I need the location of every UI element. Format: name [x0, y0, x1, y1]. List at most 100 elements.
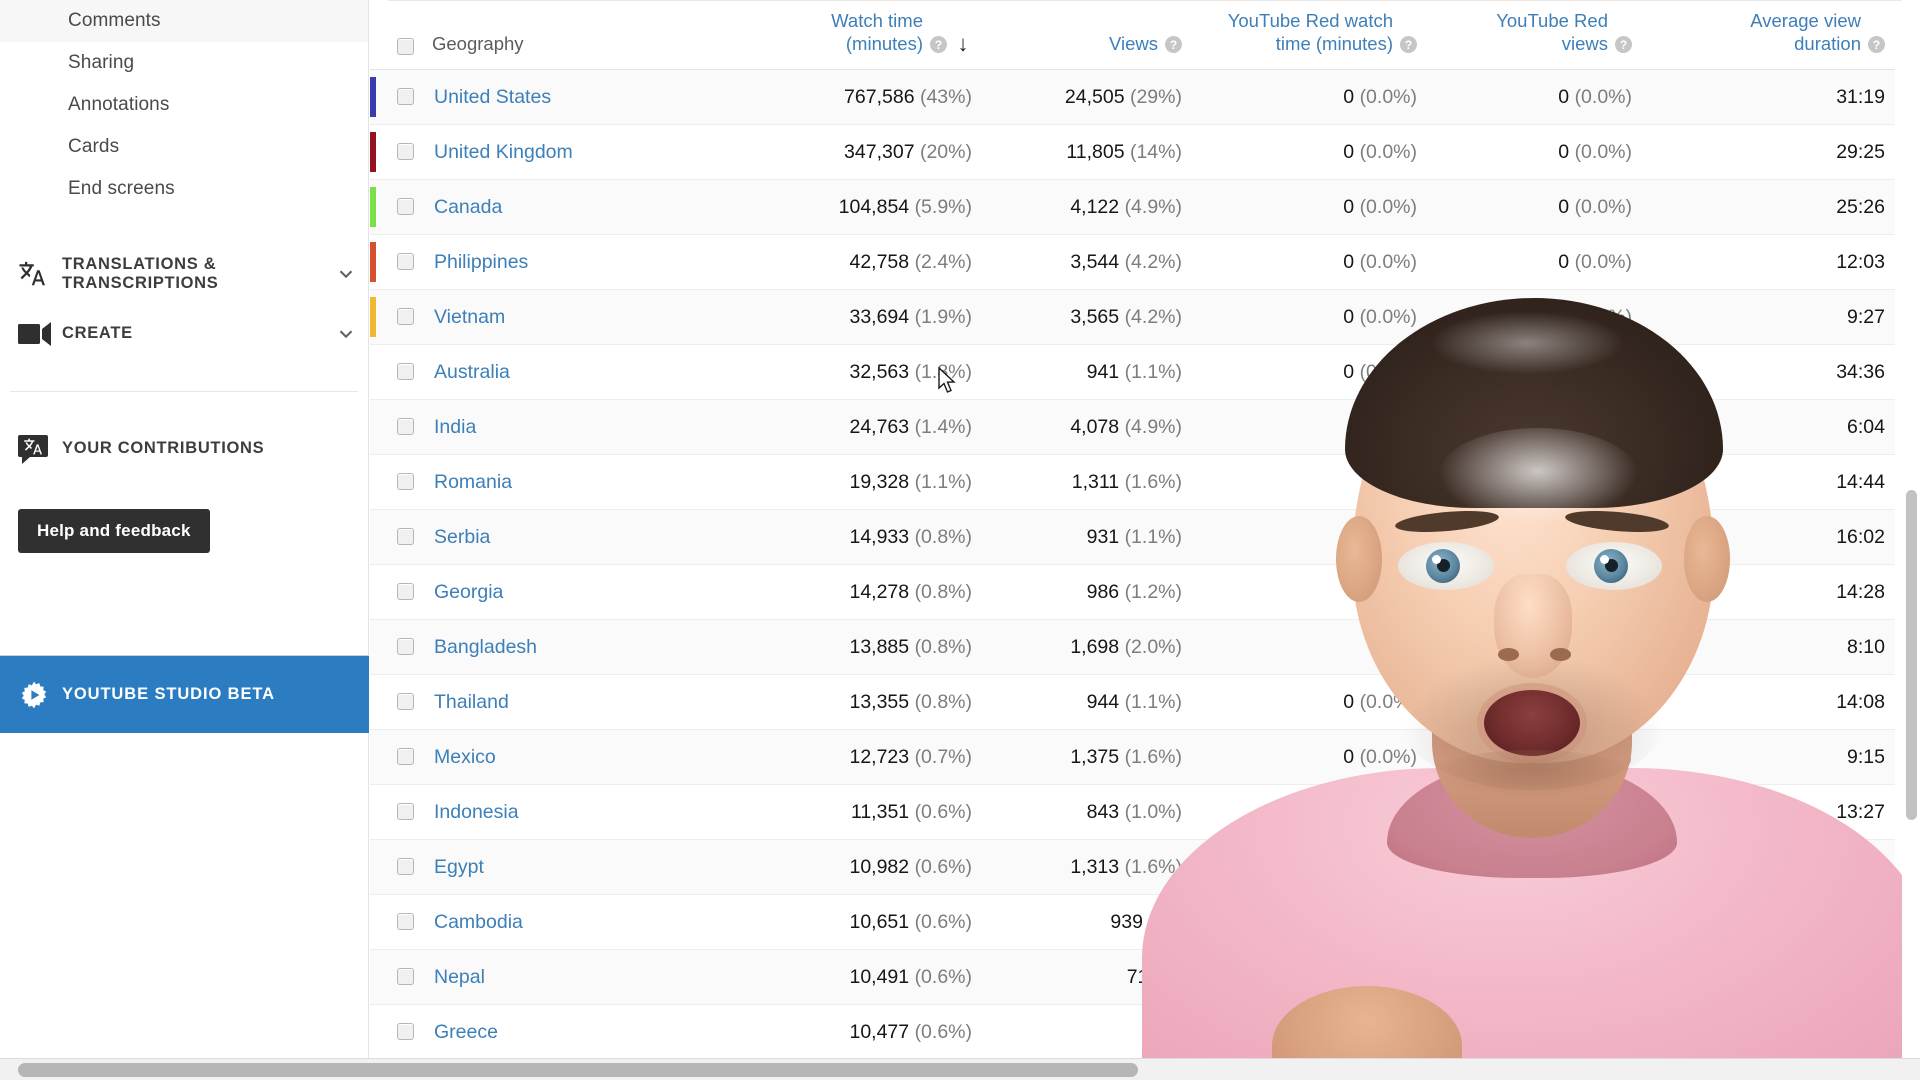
table-row[interactable]: Australia32,563 (1.8%)941 (1.1%)0 (0.0%)… [370, 344, 1895, 401]
header-youtube-red-views[interactable]: YouTube Red views ? [1427, 10, 1642, 71]
row-checkbox-cell[interactable] [378, 1004, 432, 1061]
table-row[interactable]: Greece 10,477 (0.6%) 399 [370, 1004, 1895, 1061]
row-checkbox[interactable] [396, 88, 414, 106]
table-row[interactable]: Nepal 10,491 (0.6%) 714 (0 [370, 949, 1895, 1006]
geography-link[interactable]: Serbia [432, 509, 754, 566]
chevron-down-icon[interactable] [324, 323, 368, 345]
sidebar-item-annotations[interactable]: Annotations [0, 84, 368, 126]
table-row[interactable]: Thailand 13,355 (0.8%) 944 (1.1%) 0 (0.0%) … [370, 674, 1895, 731]
row-checkbox-cell[interactable] [378, 179, 432, 236]
sidebar-group-your-contributions[interactable]: YOUR CONTRIBUTIONS [0, 419, 368, 479]
geography-link[interactable]: Philippines [432, 234, 754, 291]
geography-link[interactable]: India [432, 399, 754, 456]
table-row[interactable]: Romania 19,328 (1.1%) 1,311 (1.6%) 0 14:44 [370, 454, 1895, 511]
table-row[interactable]: Mexico 12,723 (0.7%) 1,375 (1.6%) 0 (0.0%) … [370, 729, 1895, 786]
select-all-checkbox[interactable] [396, 38, 414, 56]
row-checkbox-cell[interactable] [378, 234, 432, 291]
table-row[interactable]: Georgia 14,278 (0.8%) 986 (1.2%) 0 14:28 [370, 564, 1895, 621]
geography-link[interactable]: Thailand [432, 674, 754, 731]
row-checkbox-cell[interactable] [378, 839, 432, 896]
help-icon[interactable]: ? [1868, 36, 1885, 54]
row-checkbox[interactable] [396, 693, 414, 711]
v-scroll-thumb[interactable] [1906, 490, 1917, 820]
geography-link[interactable]: Greece [432, 1004, 754, 1061]
row-checkbox-cell[interactable] [378, 894, 432, 951]
table-row[interactable]: United States 767,586 (43%) 24,505 (29%) 0 … [370, 69, 1895, 126]
geography-link[interactable]: Mexico [432, 729, 754, 786]
header-youtube-red-views-label[interactable]: YouTube Red views [1448, 10, 1608, 55]
geography-link[interactable]: United Kingdom [432, 124, 754, 181]
geography-link[interactable]: Canada [432, 179, 754, 236]
table-row[interactable]: United Kingdom 347,307 (20%) 11,805 (14%) 0… [370, 124, 1895, 181]
header-views-label[interactable]: Views [1109, 33, 1158, 56]
header-views[interactable]: Views ? [982, 10, 1192, 71]
sidebar-group-translations-transcriptions[interactable]: TRANSLATIONS & TRANSCRIPTIONS [0, 244, 368, 304]
sidebar-item-sharing[interactable]: Sharing [0, 42, 368, 84]
youtube-studio-beta-button[interactable]: YOUTUBE STUDIO BETA [0, 655, 369, 733]
row-checkbox-cell[interactable] [378, 509, 432, 566]
geography-link[interactable]: Australia [432, 344, 754, 401]
chevron-down-icon[interactable] [324, 263, 368, 285]
vertical-scrollbar[interactable] [1902, 0, 1920, 1058]
geography-link[interactable]: Romania [432, 454, 754, 511]
table-row[interactable]: Serbia 14,933 (0.8%) 931 (1.1%) 0 16:02 [370, 509, 1895, 566]
row-checkbox[interactable] [396, 748, 414, 766]
row-checkbox-cell[interactable] [378, 344, 432, 401]
row-checkbox-cell[interactable] [378, 69, 432, 126]
geography-link[interactable]: Vietnam [432, 289, 754, 346]
sidebar-item-cards[interactable]: Cards [0, 126, 368, 168]
row-checkbox[interactable] [396, 253, 414, 271]
table-row[interactable]: Egypt 10,982 (0.6%) 1,313 (1.6%) [370, 839, 1895, 896]
table-row[interactable]: Indonesia 11,351 (0.6%) 843 (1.0%) 13:27 [370, 784, 1895, 841]
sidebar-group-create[interactable]: CREATE [0, 304, 368, 364]
row-checkbox[interactable] [396, 198, 414, 216]
sort-descending-icon[interactable]: ↓ [954, 31, 972, 57]
geography-link[interactable]: Bangladesh [432, 619, 754, 676]
row-checkbox-cell[interactable] [378, 454, 432, 511]
geography-link[interactable]: Egypt [432, 839, 754, 896]
row-checkbox-cell[interactable] [378, 729, 432, 786]
row-checkbox[interactable] [396, 583, 414, 601]
sidebar-item-end-screens[interactable]: End screens [0, 168, 368, 210]
row-checkbox-cell[interactable] [378, 674, 432, 731]
row-checkbox-cell[interactable] [378, 564, 432, 621]
table-row[interactable]: Canada 104,854 (5.9%) 4,122 (4.9%) 0 (0.0%)… [370, 179, 1895, 236]
row-checkbox[interactable] [396, 473, 414, 491]
row-checkbox[interactable] [396, 418, 414, 436]
h-scroll-thumb[interactable] [18, 1063, 1138, 1077]
help-icon[interactable]: ? [930, 36, 947, 54]
table-row[interactable]: Bangladesh 13,885 (0.8%) 1,698 (2.0%) 0 8:1… [370, 619, 1895, 676]
sidebar-item-comments[interactable]: Comments [0, 0, 368, 42]
geography-link[interactable]: Georgia [432, 564, 754, 621]
row-checkbox[interactable] [396, 803, 414, 821]
horizontal-scrollbar[interactable] [0, 1058, 1920, 1080]
header-youtube-red-watch-time[interactable]: YouTube Red watch time (minutes) ? [1192, 10, 1427, 71]
header-watch-time-label[interactable]: Watch time (minutes) [805, 10, 923, 55]
help-icon[interactable]: ? [1165, 36, 1182, 54]
row-checkbox[interactable] [396, 858, 414, 876]
row-checkbox-cell[interactable] [378, 784, 432, 841]
row-checkbox[interactable] [396, 143, 414, 161]
table-row[interactable]: Vietnam 33,694 (1.9%) 3,565 (4.2%) 0 (0.0%)… [370, 289, 1895, 346]
help-icon[interactable]: ? [1615, 36, 1632, 54]
geography-link[interactable]: Indonesia [432, 784, 754, 841]
geography-link[interactable]: Cambodia [432, 894, 754, 951]
help-and-feedback-button[interactable]: Help and feedback [18, 509, 210, 553]
header-youtube-red-watch-time-label[interactable]: YouTube Red watch time (minutes) [1223, 10, 1393, 55]
header-watch-time[interactable]: Watch time (minutes) ? ↓ [754, 10, 982, 71]
geography-link[interactable]: Nepal [432, 949, 754, 1006]
row-checkbox-cell[interactable] [378, 124, 432, 181]
row-checkbox-cell[interactable] [378, 619, 432, 676]
row-checkbox[interactable] [396, 308, 414, 326]
row-checkbox[interactable] [396, 1023, 414, 1041]
row-checkbox-cell[interactable] [378, 949, 432, 1006]
row-checkbox[interactable] [396, 363, 414, 381]
row-checkbox-cell[interactable] [378, 399, 432, 456]
row-checkbox[interactable] [396, 638, 414, 656]
row-checkbox-cell[interactable] [378, 289, 432, 346]
header-average-view-duration[interactable]: Average view duration ? [1642, 10, 1895, 71]
table-row[interactable]: Cambodia 10,651 (0.6%) 939 (1.1 [370, 894, 1895, 951]
help-icon[interactable]: ? [1400, 36, 1417, 54]
row-checkbox[interactable] [396, 968, 414, 986]
table-row[interactable]: Philippines 42,758 (2.4%) 3,544 (4.2%) 0 (0… [370, 234, 1895, 291]
